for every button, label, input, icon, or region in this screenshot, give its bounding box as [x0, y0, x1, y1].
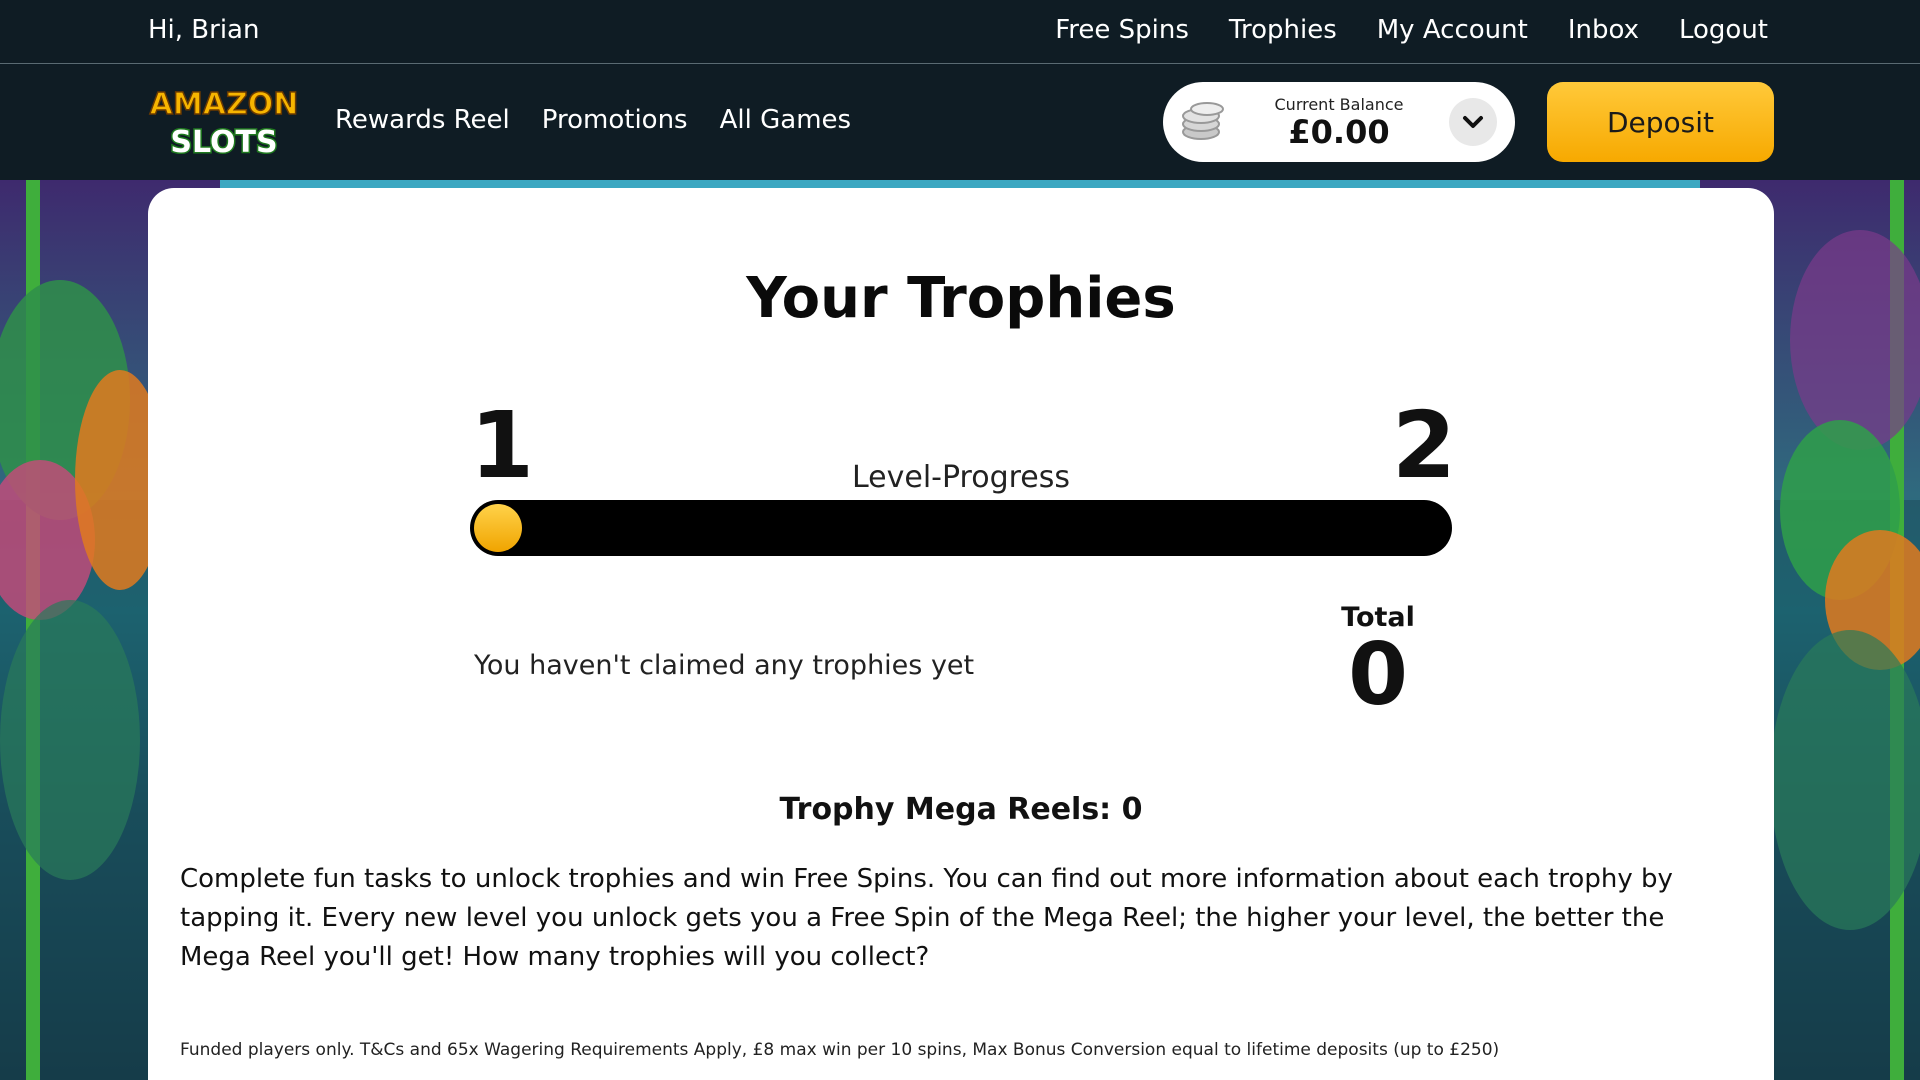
chevron-down-icon [1463, 116, 1483, 128]
logo-text-top: AMAZON [150, 87, 299, 122]
logo-text-bottom: SLOTS [170, 125, 277, 160]
mega-reels-count: Trophy Mega Reels: 0 [779, 792, 1143, 827]
nav-inbox[interactable]: Inbox [1568, 15, 1639, 45]
nav-free-spins[interactable]: Free Spins [1055, 15, 1189, 45]
nav-rewards-reel[interactable]: Rewards Reel [335, 105, 510, 135]
nav-logout[interactable]: Logout [1679, 15, 1768, 45]
trophies-description: Complete fun tasks to unlock trophies an… [180, 864, 1673, 972]
greeting: Hi, Brian [148, 15, 260, 45]
site-logo[interactable]: AMAZON SLOTS [148, 82, 300, 162]
account-nav: Free Spins Trophies My Account Inbox Log… [1055, 15, 1768, 45]
level-progress-bar [470, 500, 1452, 556]
top-bar: Hi, Brian Free Spins Trophies My Account… [0, 0, 1920, 64]
nav-promotions[interactable]: Promotions [542, 105, 688, 135]
level-progress-label: Level-Progress [851, 460, 1071, 495]
nav-trophies[interactable]: Trophies [1229, 15, 1337, 45]
level-progress-fill [474, 504, 522, 552]
nav-all-games[interactable]: All Games [720, 105, 851, 135]
balance-dropdown-button[interactable] [1449, 98, 1497, 146]
terms-text: Funded players only. T&Cs and 65x Wageri… [180, 1040, 1500, 1060]
deposit-button[interactable]: Deposit [1547, 82, 1774, 162]
page-title: Your Trophies [746, 266, 1176, 331]
main-header: AMAZON SLOTS Rewards Reel Promotions All… [0, 65, 1920, 180]
no-trophies-message: You haven't claimed any trophies yet [474, 650, 975, 681]
next-level: 2 [1392, 392, 1457, 499]
trophies-card: Your Trophies 1 Level-Progress 2 You hav… [148, 188, 1774, 1080]
nav-my-account[interactable]: My Account [1377, 15, 1528, 45]
balance-widget[interactable]: Current Balance £0.00 [1163, 82, 1515, 162]
main-nav: Rewards Reel Promotions All Games [335, 105, 851, 135]
total-value: 0 [1348, 625, 1408, 725]
